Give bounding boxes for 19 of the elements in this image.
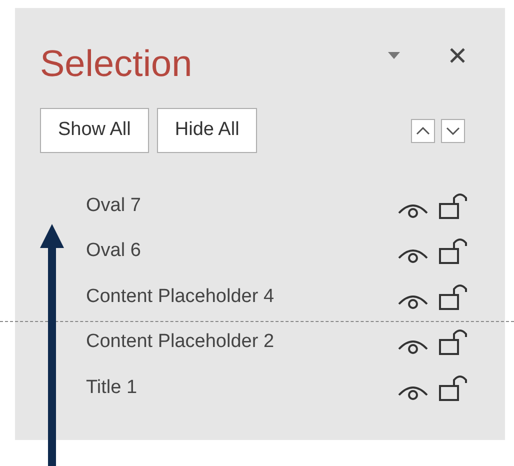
- object-name[interactable]: Title 1: [86, 374, 138, 402]
- close-icon[interactable]: [450, 48, 465, 63]
- object-name[interactable]: Oval 7: [86, 192, 141, 220]
- open-lock-icon[interactable]: [438, 237, 468, 266]
- chevron-down-icon: [446, 126, 460, 134]
- object-name[interactable]: Oval 6: [86, 237, 141, 266]
- open-lock-icon[interactable]: [438, 328, 468, 356]
- move-up-button[interactable]: [411, 118, 435, 142]
- chevron-up-icon: [416, 126, 430, 134]
- open-lock-icon[interactable]: [438, 374, 468, 402]
- toolbar-button[interactable]: Show All: [40, 108, 149, 153]
- object-name[interactable]: Content Placeholder 2: [86, 328, 274, 356]
- toolbar-button[interactable]: Hide All: [156, 108, 258, 153]
- dropdown-icon[interactable]: [388, 52, 400, 60]
- open-lock-icon[interactable]: [438, 192, 468, 220]
- object-name[interactable]: Content Placeholder 4: [86, 282, 274, 311]
- open-lock-icon[interactable]: [438, 282, 468, 311]
- pane-title: Selection: [40, 42, 192, 86]
- move-down-button[interactable]: [441, 118, 465, 142]
